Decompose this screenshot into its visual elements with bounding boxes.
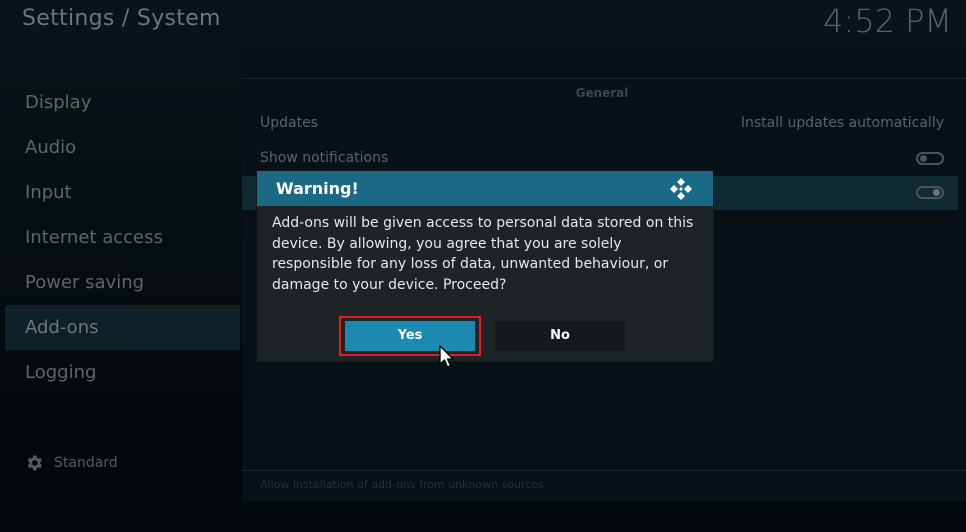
- section-title: General: [575, 86, 629, 100]
- sidebar-item-internet-access[interactable]: Internet access: [5, 215, 240, 260]
- gear-icon: [27, 455, 42, 471]
- settings-level-label: Standard: [54, 455, 118, 471]
- mouse-cursor-icon: [439, 345, 454, 368]
- setting-hint: Allow installation of add-ons from unkno…: [260, 478, 544, 491]
- sidebar: Display Audio Input Internet access Powe…: [5, 80, 240, 472]
- setting-row-updates[interactable]: Updates Install updates automatically: [242, 107, 958, 141]
- dialog-title: Warning!: [276, 179, 359, 198]
- setting-label: Show notifications: [260, 150, 389, 166]
- page-title: Settings / System: [22, 6, 221, 31]
- toggle-switch[interactable]: [916, 152, 944, 165]
- divider: [242, 470, 966, 471]
- toggle-switch[interactable]: [916, 186, 944, 199]
- sidebar-item-logging[interactable]: Logging: [5, 350, 240, 395]
- divider: [242, 78, 966, 79]
- no-button[interactable]: No: [495, 321, 625, 351]
- dialog-header: Warning!: [257, 171, 713, 206]
- kodi-logo-icon: [670, 178, 692, 200]
- sidebar-item-display[interactable]: Display: [5, 80, 240, 125]
- setting-value: Install updates automatically: [740, 115, 944, 131]
- sidebar-item-add-ons[interactable]: Add-ons: [5, 305, 240, 350]
- sidebar-item-input[interactable]: Input: [5, 170, 240, 215]
- sidebar-item-audio[interactable]: Audio: [5, 125, 240, 170]
- settings-level-button[interactable]: Standard: [24, 452, 118, 474]
- warning-dialog: Warning! Add-ons will be given access to…: [257, 171, 713, 361]
- clock: 4:52 PM: [823, 2, 952, 40]
- setting-label: Updates: [260, 115, 318, 131]
- sidebar-item-power-saving[interactable]: Power saving: [5, 260, 240, 305]
- dialog-message: Add-ons will be given access to personal…: [272, 215, 694, 293]
